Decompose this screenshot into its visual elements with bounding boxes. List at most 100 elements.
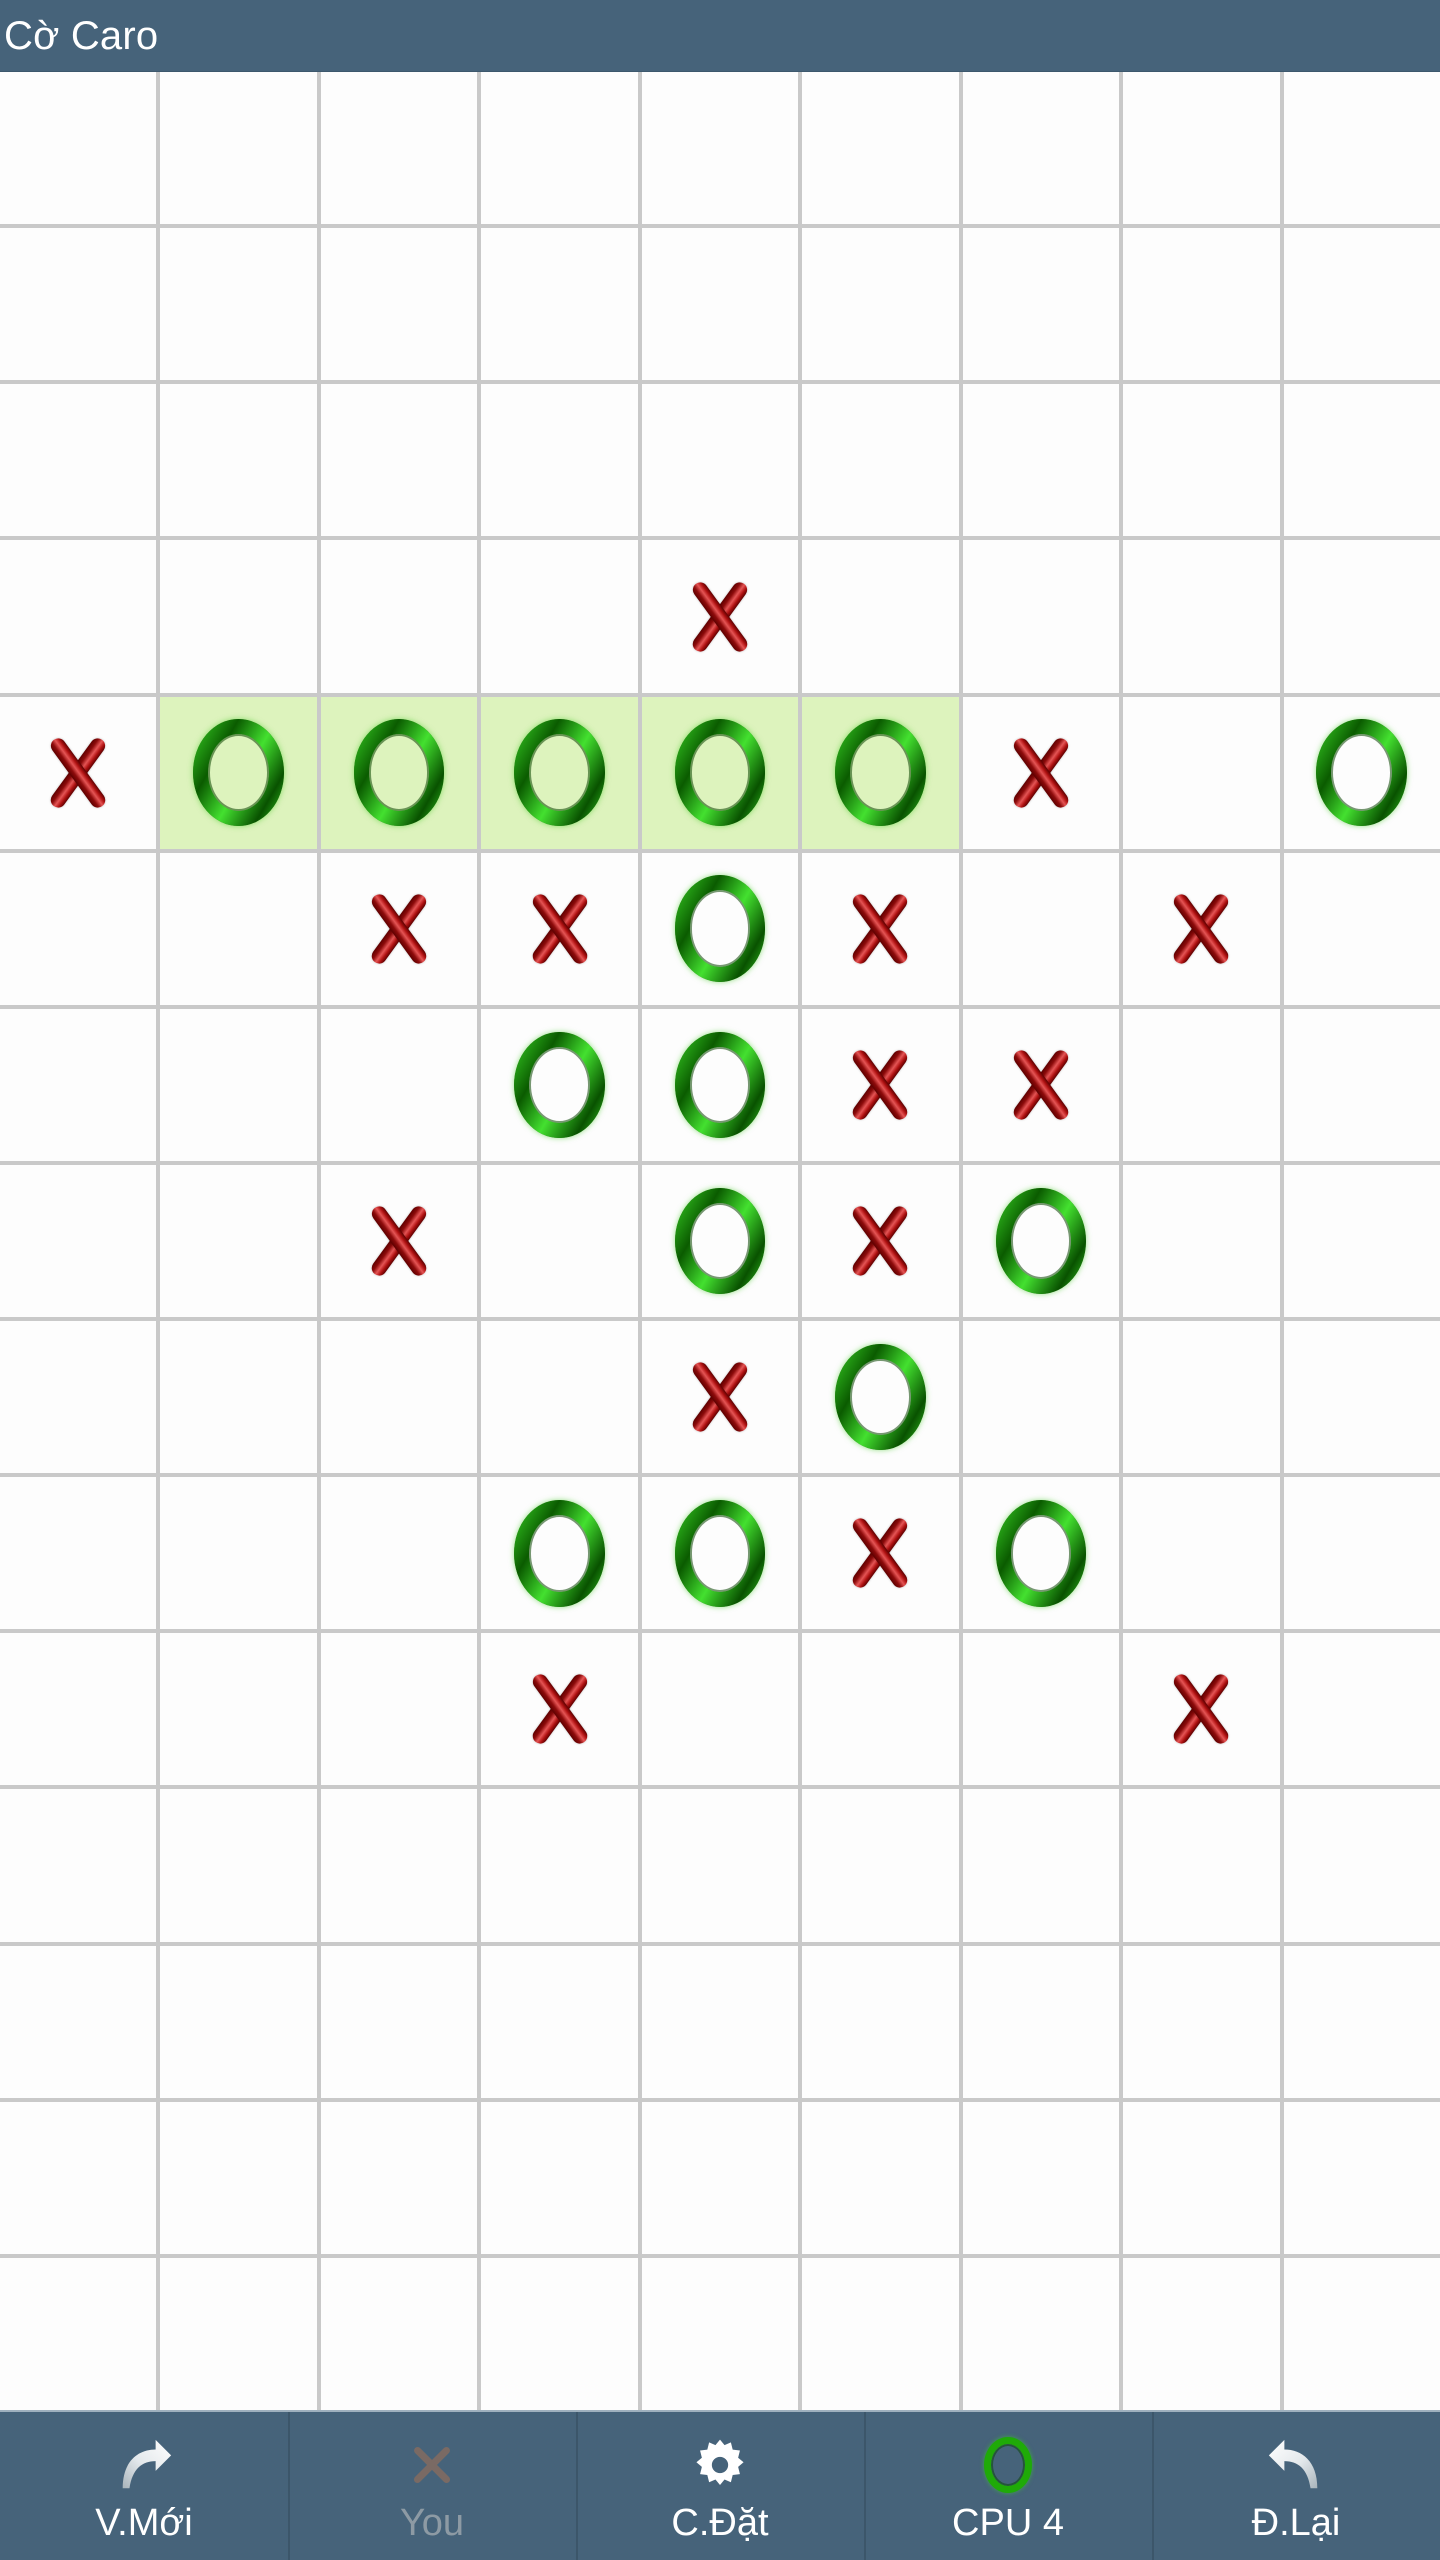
- board-cell[interactable]: [0, 2257, 157, 2410]
- board-cell[interactable]: [962, 1164, 1120, 1318]
- board-cell[interactable]: [962, 1477, 1120, 1630]
- board-cell[interactable]: [0, 852, 157, 1005]
- board-cell[interactable]: [802, 2101, 959, 2254]
- board-cell[interactable]: [1283, 384, 1440, 537]
- board-cell[interactable]: [160, 696, 317, 849]
- board-cell[interactable]: [1123, 2257, 1280, 2410]
- board-cell[interactable]: [0, 1633, 157, 1786]
- board-cell[interactable]: [0, 696, 157, 849]
- board-cell[interactable]: [1283, 852, 1440, 1005]
- board-cell[interactable]: [1283, 1164, 1440, 1318]
- board-cell[interactable]: [802, 852, 959, 1005]
- board-cell[interactable]: [0, 1321, 157, 1474]
- board-cell[interactable]: [1123, 1945, 1280, 2098]
- board-cell[interactable]: [160, 1789, 317, 1942]
- board-cell[interactable]: [0, 1789, 157, 1942]
- board-cell[interactable]: [1283, 696, 1440, 849]
- board-cell[interactable]: [1123, 228, 1280, 381]
- game-board[interactable]: [0, 72, 1440, 2410]
- board-cell[interactable]: [962, 696, 1120, 849]
- board-cell[interactable]: [320, 1164, 478, 1318]
- board-cell[interactable]: [160, 1164, 317, 1318]
- board-cell[interactable]: [802, 72, 959, 225]
- board-cell[interactable]: [320, 2257, 478, 2410]
- board-cell[interactable]: [0, 2101, 157, 2254]
- board-cell[interactable]: [1123, 1477, 1280, 1630]
- toolbar-item-new-game[interactable]: V.Mới: [0, 2412, 288, 2560]
- board-cell[interactable]: [160, 1945, 317, 2098]
- board-cell[interactable]: [481, 1477, 638, 1630]
- board-cell[interactable]: [160, 1477, 317, 1630]
- board-cell[interactable]: [0, 72, 157, 225]
- board-cell[interactable]: [320, 2101, 478, 2254]
- board-cell[interactable]: [641, 228, 799, 381]
- board-cell[interactable]: [641, 1008, 799, 1161]
- board-cell[interactable]: [481, 228, 638, 381]
- board-cell[interactable]: [802, 1321, 959, 1474]
- board-cell[interactable]: [1123, 1789, 1280, 1942]
- board-cell[interactable]: [481, 852, 638, 1005]
- board-cell[interactable]: [802, 1789, 959, 1942]
- board-cell[interactable]: [320, 540, 478, 693]
- board-cell[interactable]: [802, 2257, 959, 2410]
- board-cell[interactable]: [481, 72, 638, 225]
- board-cell[interactable]: [160, 1633, 317, 1786]
- board-cell[interactable]: [320, 1945, 478, 2098]
- board-cell[interactable]: [1123, 1164, 1280, 1318]
- board-cell[interactable]: [320, 1789, 478, 1942]
- board-cell[interactable]: [0, 384, 157, 537]
- board-cell[interactable]: [160, 228, 317, 381]
- board-cell[interactable]: [641, 384, 799, 537]
- board-cell[interactable]: [481, 1945, 638, 2098]
- board-cell[interactable]: [481, 384, 638, 537]
- board-cell[interactable]: [962, 2101, 1120, 2254]
- board-cell[interactable]: [320, 1321, 478, 1474]
- board-cell[interactable]: [802, 1477, 959, 1630]
- board-cell[interactable]: [962, 72, 1120, 225]
- board-cell[interactable]: [641, 852, 799, 1005]
- board-cell[interactable]: [641, 1633, 799, 1786]
- toolbar-item-player-side[interactable]: You: [288, 2412, 576, 2560]
- board-cell[interactable]: [1283, 1477, 1440, 1630]
- board-cell[interactable]: [1123, 1321, 1280, 1474]
- board-cell[interactable]: [160, 852, 317, 1005]
- board-cell[interactable]: [641, 2101, 799, 2254]
- board-cell[interactable]: [160, 2101, 317, 2254]
- board-cell[interactable]: [320, 228, 478, 381]
- board-cell[interactable]: [1283, 1945, 1440, 2098]
- board-cell[interactable]: [1123, 1633, 1280, 1786]
- board-cell[interactable]: [1283, 72, 1440, 225]
- board-cell[interactable]: [160, 1321, 317, 1474]
- board-cell[interactable]: [1283, 1008, 1440, 1161]
- board-cell[interactable]: [1123, 72, 1280, 225]
- board-cell[interactable]: [0, 1945, 157, 2098]
- board-cell[interactable]: [320, 1008, 478, 1161]
- board-cell[interactable]: [802, 1008, 959, 1161]
- board-cell[interactable]: [641, 1477, 799, 1630]
- board-cell[interactable]: [1123, 2101, 1280, 2254]
- board-cell[interactable]: [320, 1633, 478, 1786]
- board-cell[interactable]: [481, 1633, 638, 1786]
- board-cell[interactable]: [1283, 1633, 1440, 1786]
- board-cell[interactable]: [802, 1633, 959, 1786]
- board-cell[interactable]: [641, 1945, 799, 2098]
- board-cell[interactable]: [962, 1789, 1120, 1942]
- board-cell[interactable]: [481, 2257, 638, 2410]
- board-cell[interactable]: [1123, 696, 1280, 849]
- board-cell[interactable]: [1283, 1321, 1440, 1474]
- board-cell[interactable]: [320, 696, 478, 849]
- toolbar-item-settings[interactable]: C.Đặt: [576, 2412, 864, 2560]
- board-cell[interactable]: [320, 852, 478, 1005]
- board-cell[interactable]: [320, 1477, 478, 1630]
- board-cell[interactable]: [962, 384, 1120, 537]
- board-cell[interactable]: [0, 228, 157, 381]
- board-cell[interactable]: [481, 1321, 638, 1474]
- board-cell[interactable]: [1123, 852, 1280, 1005]
- board-cell[interactable]: [641, 1789, 799, 1942]
- board-cell[interactable]: [641, 2257, 799, 2410]
- board-cell[interactable]: [962, 1945, 1120, 2098]
- board-cell[interactable]: [802, 1945, 959, 2098]
- board-cell[interactable]: [481, 1789, 638, 1942]
- board-cell[interactable]: [320, 72, 478, 225]
- board-cell[interactable]: [320, 384, 478, 537]
